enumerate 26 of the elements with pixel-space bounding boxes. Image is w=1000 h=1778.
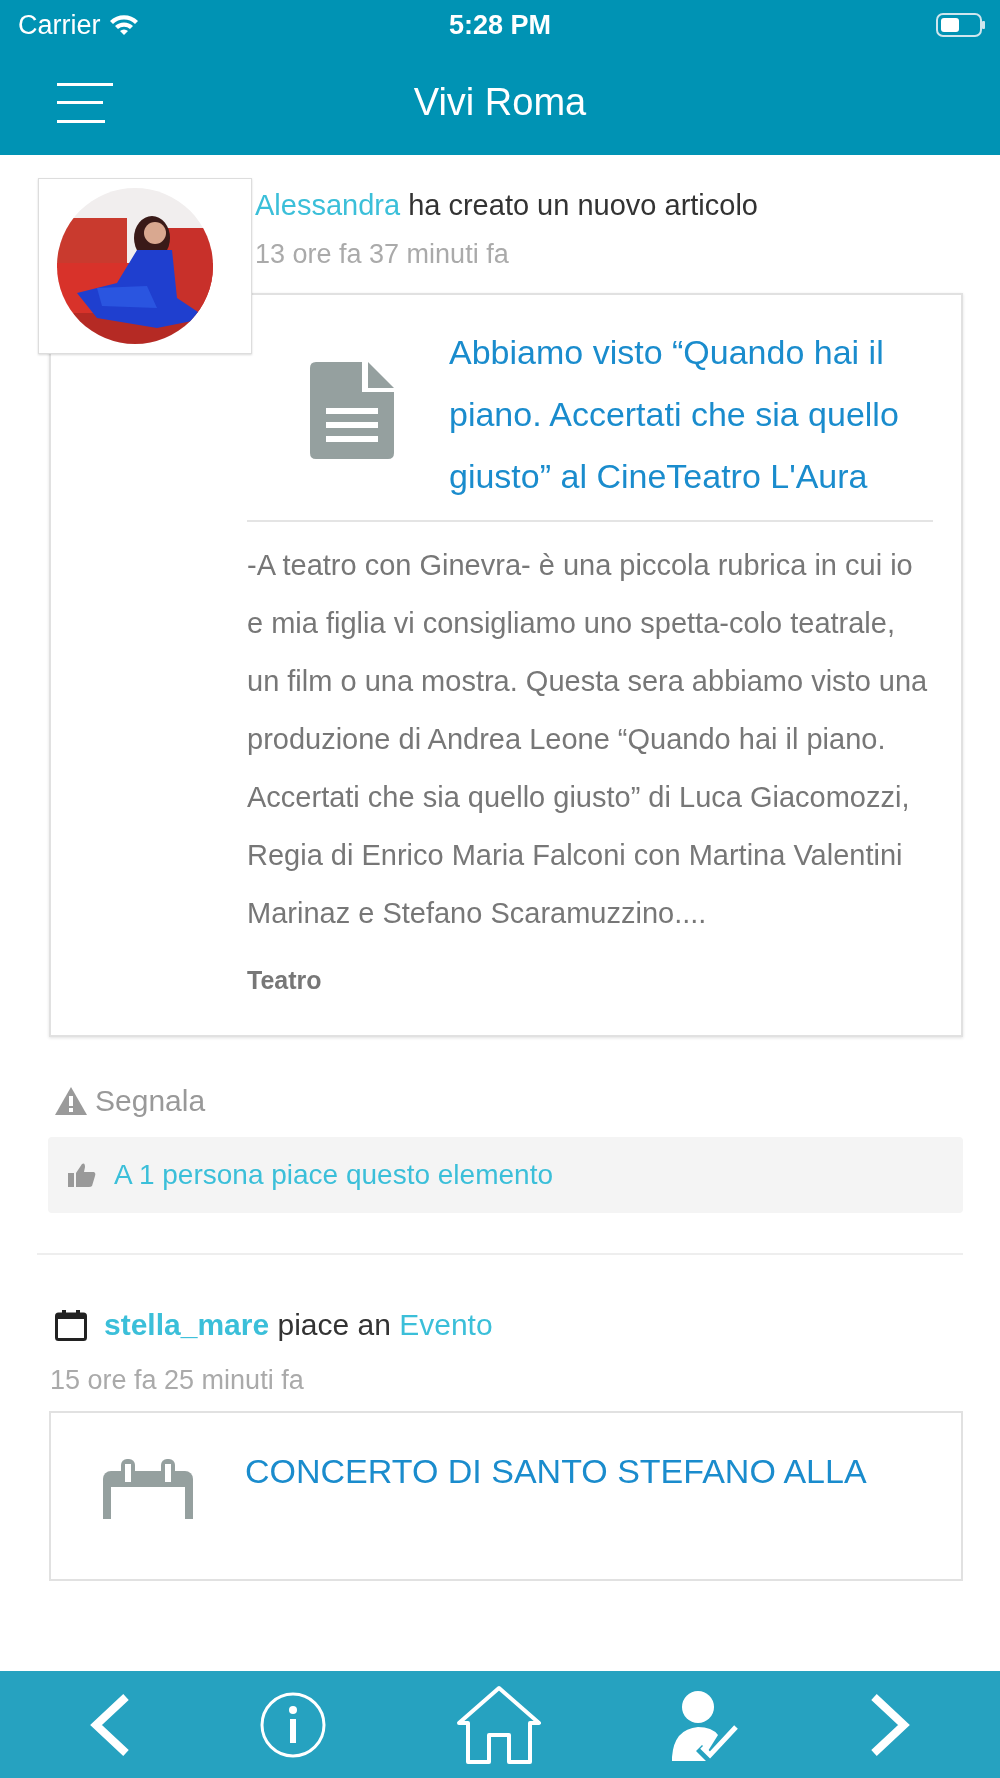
category-label: Teatro — [247, 966, 323, 995]
calendar-icon — [103, 1459, 193, 1519]
event-title[interactable]: CONCERTO DI SANTO STEFANO ALLA — [245, 1449, 867, 1493]
menu-icon[interactable] — [57, 82, 113, 123]
battery-icon — [936, 13, 986, 37]
warning-icon — [55, 1087, 87, 1115]
calendar-icon — [55, 1309, 87, 1341]
activity-text: stella_mare piace an Evento — [104, 1307, 493, 1343]
timestamp: 15 ore fa 25 minuti fa — [50, 1364, 305, 1397]
forward-icon[interactable] — [870, 1692, 910, 1757]
info-icon[interactable] — [260, 1691, 326, 1758]
home-icon[interactable] — [456, 1684, 542, 1765]
carrier-label: Carrier — [18, 9, 101, 41]
status-time: 5:28 PM — [447, 9, 552, 41]
app-title: Vivi Roma — [412, 81, 588, 124]
wifi-icon — [108, 14, 139, 36]
document-icon — [310, 362, 394, 459]
report-link[interactable]: Segnala — [95, 1081, 206, 1121]
thumbs-up-icon — [68, 1162, 96, 1188]
article-title[interactable]: Abbiamo visto “Quando hai il piano. Accertati che sia quello giusto” al CineTeatro L'Aura — [247, 321, 933, 507]
timestamp: 13 ore fa 37 minuti fa — [255, 238, 510, 271]
likes-text[interactable]: A 1 persona piace questo elemento — [114, 1159, 553, 1191]
article-excerpt: -A teatro con Ginevra- è una piccola rubrica in cui io e mia figlia vi consigliamo uno spetta-colo teatrale, un film o una mostra. Questa sera abbiamo visto una produzione di Andrea Leone “Quando hai il piano. Accertati che sia quello giusto” di Luca Giacomozzi, Regia di Enrico Maria Falconi con Martina Valentini Marinaz e Stefano Scaramuzzino.... — [247, 548, 929, 931]
user-check-icon[interactable] — [672, 1688, 740, 1761]
back-icon[interactable] — [90, 1692, 130, 1757]
activity-text: Alessandra ha creato un nuovo articolo — [255, 189, 758, 221]
